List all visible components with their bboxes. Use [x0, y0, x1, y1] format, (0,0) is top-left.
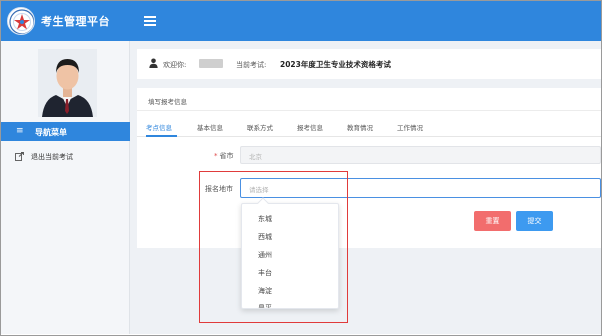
nav-menu-label: 导航菜单 [35, 128, 67, 137]
sidebar: 考生管理平台 ≡ 导航菜单 退出当前考试 [1, 1, 130, 334]
city-placeholder: 请选择 [249, 186, 269, 194]
dropdown-option[interactable]: 通州 [258, 250, 272, 260]
city-select[interactable]: 请选择 [240, 178, 601, 198]
dropdown-option[interactable]: 昌平 [258, 303, 272, 308]
dropdown-option[interactable]: 东城 [258, 214, 272, 224]
menu-icon: ≡ [16, 126, 24, 136]
current-exam-name: 2023年度卫生专业技术资格考试 [280, 60, 391, 69]
province-label-text: 省市 [219, 152, 234, 160]
submit-button[interactable]: 提交 [516, 211, 553, 231]
tab-registration-info[interactable]: 报考信息 [297, 122, 323, 132]
dropdown-option[interactable]: 西城 [258, 232, 272, 242]
city-label: 报名地市 [205, 185, 233, 193]
logo [7, 7, 35, 35]
hamburger-icon[interactable] [144, 16, 156, 26]
welcome-bar: 欢迎你: 当前考试: 2023年度卫生专业技术资格考试 [137, 49, 601, 79]
dropdown-option[interactable]: 海淀 [258, 286, 272, 296]
dropdown-option[interactable]: 丰台 [258, 268, 272, 278]
top-bar [130, 1, 601, 41]
nav-menu-header[interactable]: ≡ 导航菜单 [1, 122, 130, 141]
avatar [38, 49, 97, 117]
current-exam-label: 当前考试: [236, 61, 267, 69]
tab-contact[interactable]: 联系方式 [247, 122, 273, 132]
brand-bar: 考生管理平台 [1, 1, 130, 41]
tab-basic-info[interactable]: 基本信息 [197, 122, 223, 132]
user-icon [149, 58, 158, 68]
app-title: 考生管理平台 [41, 15, 110, 28]
province-field: 北京 [240, 146, 601, 164]
active-tab-indicator [146, 135, 177, 137]
exit-icon [15, 152, 24, 161]
tab-work[interactable]: 工作情况 [397, 122, 423, 132]
sidebar-item-exit-exam[interactable]: 退出当前考试 [1, 149, 130, 165]
section-title: 填写报考信息 [148, 98, 187, 106]
province-value: 北京 [249, 153, 262, 161]
sidebar-item-label: 退出当前考试 [31, 153, 73, 161]
divider [137, 110, 601, 111]
reset-button[interactable]: 重置 [474, 211, 511, 231]
required-mark: * [214, 152, 218, 160]
tab-exam-site[interactable]: 考点信息 [146, 122, 172, 132]
form-tabs: 考点信息 基本信息 联系方式 报考信息 教育情况 工作情况 [137, 118, 601, 137]
tab-education[interactable]: 教育情况 [347, 122, 373, 132]
city-dropdown: 东城 西城 通州 丰台 海淀 昌平 [241, 203, 339, 309]
user-name-redacted [199, 59, 223, 68]
province-label: * 省市 [214, 151, 234, 161]
welcome-label: 欢迎你: [163, 61, 187, 69]
tabs-baseline [137, 136, 601, 137]
